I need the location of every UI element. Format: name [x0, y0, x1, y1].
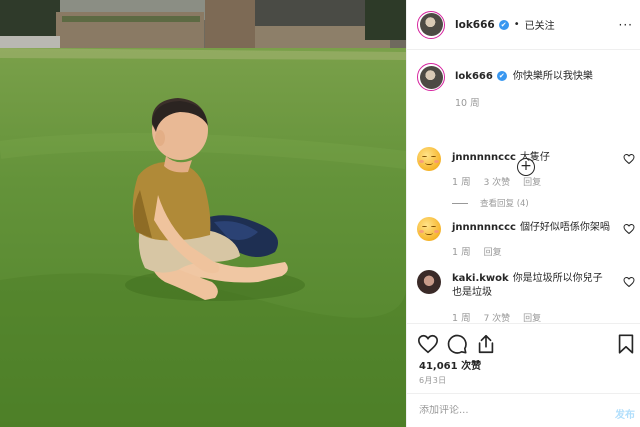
reply-button[interactable]: 回复 [523, 311, 541, 323]
smiling-emoji-avatar-icon[interactable] [417, 147, 441, 171]
add-comment-bar: 发布 [407, 393, 640, 427]
like-comment-heart-icon[interactable] [623, 276, 635, 288]
comment-likes[interactable]: 7 次赞 [484, 311, 511, 323]
caption-username[interactable]: lok666 [455, 71, 493, 82]
comment-item: jnnnnnnccc 個仔好似唔係你架喎 1 周 回复 [417, 217, 637, 258]
comment-item: jnnnnnnccc 大隻仔 1 周 3 次赞 回复 查看回复 (4) [417, 147, 637, 209]
replies-divider [452, 202, 468, 204]
author-avatar[interactable] [417, 10, 445, 39]
comment-username[interactable]: kaki.kwok [452, 273, 509, 284]
post-actions: 41,061 次赞 6月3日 [407, 323, 640, 393]
commenter-avatar[interactable] [417, 270, 441, 294]
post-sidebar: lok666 ✔ • 已关注 ··· lok666 ✔ 你快樂所以我快樂 10 周 … [406, 0, 640, 427]
like-count[interactable]: 41,061 次赞 [419, 357, 481, 372]
comment-icon[interactable] [446, 333, 468, 355]
post-comment-button[interactable]: 发布 [615, 406, 635, 421]
share-icon[interactable] [475, 333, 497, 355]
post-date[interactable]: 6月3日 [419, 375, 446, 386]
reply-button[interactable]: 回复 [523, 175, 541, 188]
add-comment-input[interactable] [419, 405, 599, 416]
follow-button[interactable]: 已关注 [525, 17, 555, 32]
comment-text: 大隻仔 [519, 152, 550, 163]
post-photo[interactable] [0, 0, 406, 427]
caption-avatar[interactable] [417, 63, 445, 91]
bookmark-icon[interactable] [615, 333, 637, 355]
like-comment-heart-icon[interactable] [623, 153, 635, 165]
heart-icon[interactable] [417, 333, 439, 355]
comment-time[interactable]: 1 周 [452, 174, 471, 188]
view-replies-button[interactable]: 查看回复 (4) [480, 197, 529, 209]
comment-time[interactable]: 1 周 [452, 244, 471, 258]
like-comment-heart-icon[interactable] [623, 223, 635, 235]
caption-text: 你快樂所以我快樂 [512, 71, 593, 82]
post-header: lok666 ✔ • 已关注 ··· [407, 0, 640, 50]
comment-username[interactable]: jnnnnnnccc [452, 152, 516, 163]
post-caption: lok666 ✔ 你快樂所以我快樂 10 周 [417, 63, 593, 109]
verified-badge-icon: ✔ [496, 71, 507, 81]
comments-list[interactable]: lok666 ✔ 你快樂所以我快樂 10 周 + jnnnnnnccc 大隻仔 1 周… [407, 51, 640, 323]
caption-time[interactable]: 10 周 [455, 95, 593, 109]
author-username[interactable]: lok666 [455, 19, 495, 31]
more-options-icon[interactable]: ··· [619, 18, 633, 32]
comment-username[interactable]: jnnnnnnccc [452, 222, 516, 233]
reply-button[interactable]: 回复 [484, 245, 502, 258]
header-separator: • [513, 19, 520, 30]
comment-time[interactable]: 1 周 [452, 310, 471, 323]
smiling-emoji-avatar-icon[interactable] [417, 217, 441, 241]
comment-text: 個仔好似唔係你架喎 [519, 222, 610, 233]
verified-badge-icon: ✔ [498, 19, 509, 30]
comment-item: kaki.kwok 你是垃圾所以你兒子也是垃圾 1 周 7 次赞 回复 [417, 270, 637, 323]
comment-likes[interactable]: 3 次赞 [484, 175, 511, 188]
